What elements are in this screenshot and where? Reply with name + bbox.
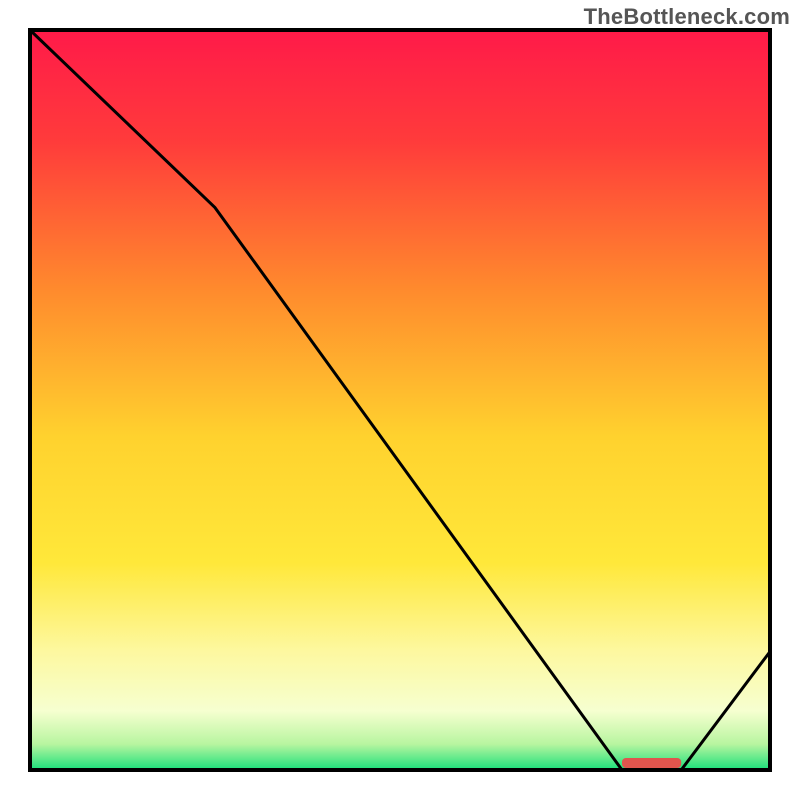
watermark-text: TheBottleneck.com [584, 4, 790, 30]
chart-stage: TheBottleneck.com [0, 0, 800, 800]
optimal-range-marker [622, 758, 681, 768]
plot-background [30, 30, 770, 770]
bottleneck-chart [0, 0, 800, 800]
